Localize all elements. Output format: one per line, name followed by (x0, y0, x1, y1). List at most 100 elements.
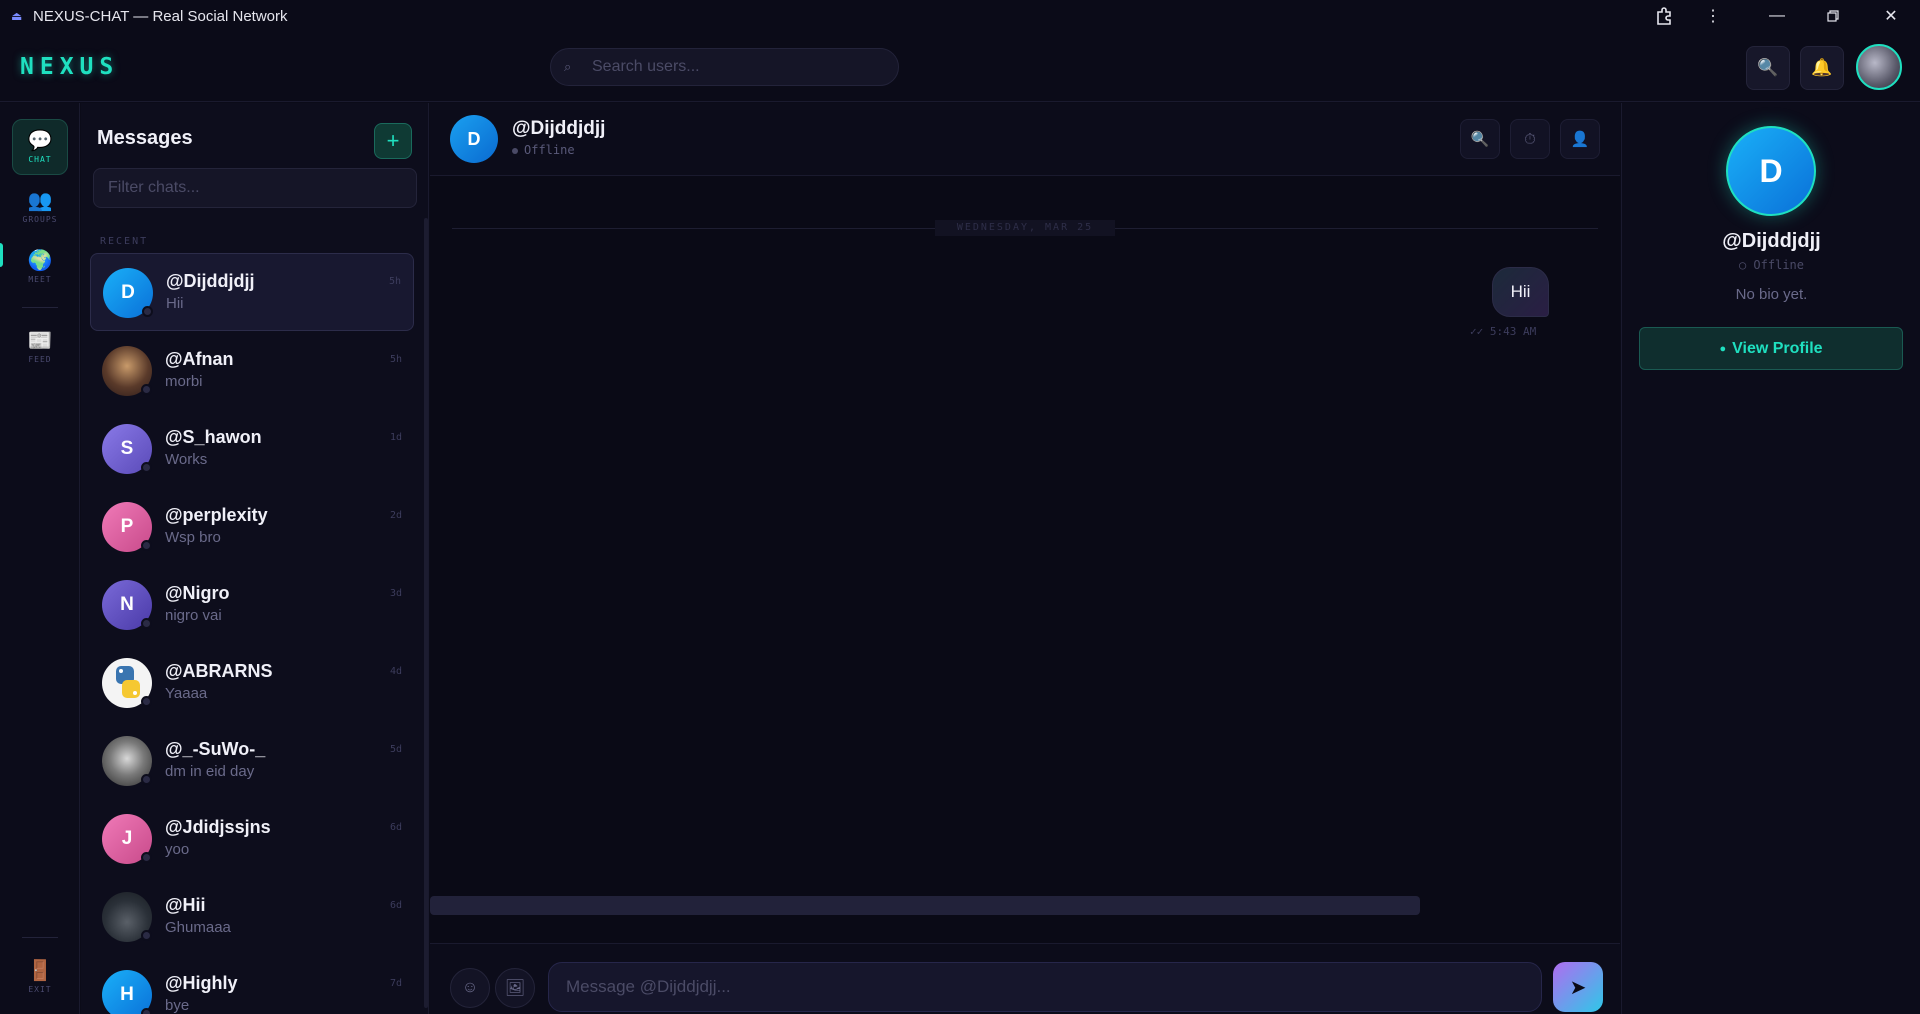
message-meta: ✓✓ 5:43 AM (1470, 325, 1537, 338)
nav-label: EXIT (28, 985, 52, 994)
chat-name: @Afnan (165, 349, 234, 369)
left-nav-rail: 💬 CHAT 👥 GROUPS 🌍 MEET 📰 FEED 🚪 EXIT (0, 103, 80, 1014)
presence-dot (141, 930, 152, 941)
search-icon: 🔍 (1470, 131, 1490, 148)
chat-time: 1d (389, 432, 402, 443)
chat-item[interactable]: J @Jdidjssjns yoo 6d (90, 800, 414, 878)
chat-item[interactable]: @Afnan morbi 5h (90, 332, 414, 410)
active-indicator (0, 243, 3, 267)
chat-preview: bye (165, 997, 190, 1014)
message-input[interactable] (548, 962, 1542, 1012)
search-button[interactable]: 🔍 (1746, 46, 1790, 90)
chat-item[interactable]: @ABRARNS Yaaaa 4d (90, 644, 414, 722)
user-search[interactable]: ⌕ (550, 48, 899, 86)
user-icon: 👤 (1570, 131, 1590, 148)
minimize-button[interactable]: — (1754, 0, 1800, 32)
profile-avatar: D (1726, 126, 1816, 216)
button-label: View Profile (1732, 339, 1823, 357)
section-label: RECENT (100, 236, 149, 247)
nav-label: CHAT (28, 155, 52, 164)
nav-label: FEED (28, 355, 52, 364)
presence-dot (142, 306, 153, 317)
chat-name: @ABRARNS (165, 661, 273, 681)
extensions-icon[interactable] (1641, 0, 1687, 32)
message-bubble[interactable]: Hii (1492, 267, 1549, 317)
nav-feed[interactable]: 📰 FEED (12, 319, 68, 375)
horizontal-scrollbar[interactable] (430, 896, 1420, 915)
chat-time: 5h (388, 276, 401, 287)
chat-time: 3d (389, 588, 402, 599)
window-titlebar: ⏏ NEXUS-CHAT — Real Social Network ⋮ — ✕ (0, 0, 1920, 32)
nav-groups[interactable]: 👥 GROUPS (12, 179, 68, 235)
new-chat-button[interactable]: + (374, 123, 412, 159)
presence-dot (141, 540, 152, 551)
presence-dot (141, 852, 152, 863)
conversation-avatar[interactable]: D (450, 115, 498, 163)
chat-item[interactable]: S @S_hawon Works 1d (90, 410, 414, 488)
conversation-name: @Dijddjdjj (512, 118, 606, 139)
top-header: NEXUS ⌕ 🔍 🔔 (0, 32, 1920, 102)
chat-name: @_-SuWo-_ (165, 739, 266, 759)
divider (22, 937, 58, 938)
notifications-button[interactable]: 🔔 (1800, 46, 1844, 90)
presence-dot (141, 696, 152, 707)
divider (22, 307, 58, 308)
send-button[interactable]: ➤ (1553, 962, 1603, 1012)
user-avatar[interactable] (1856, 44, 1902, 90)
profile-name: @Dijddjdjj (1722, 230, 1821, 252)
presence-dot (141, 384, 152, 395)
presence-dot (141, 462, 152, 473)
chat-item[interactable]: P @perplexity Wsp bro 2d (90, 488, 414, 566)
close-button[interactable]: ✕ (1868, 0, 1914, 32)
speech-bubble-icon: 💬 (27, 130, 53, 152)
timer-icon: ⏱ (1524, 130, 1536, 148)
presence-dot (141, 774, 152, 785)
eye-icon: ● (1719, 342, 1727, 355)
search-input[interactable] (592, 58, 882, 76)
view-profile-button[interactable]: ● View Profile (1639, 327, 1903, 370)
chat-item[interactable]: H @Highly bye 7d (90, 956, 414, 1014)
chat-time: 5h (389, 354, 402, 365)
scrollbar[interactable] (424, 218, 428, 1008)
more-options-icon[interactable]: ⋮ (1690, 0, 1736, 32)
timer-button[interactable]: ⏱ (1510, 119, 1550, 159)
attach-image-button[interactable]: 🖼 (495, 968, 535, 1008)
door-icon: 🚪 (27, 960, 53, 982)
chat-name: @Highly (165, 973, 238, 993)
chat-time: 4d (389, 666, 402, 677)
nav-exit[interactable]: 🚪 EXIT (12, 949, 68, 1005)
chat-item[interactable]: @Hii Ghumaaa 6d (90, 878, 414, 956)
nav-chat[interactable]: 💬 CHAT (12, 119, 68, 175)
chat-time: 2d (389, 510, 402, 521)
panel-title: Messages (97, 127, 193, 149)
search-messages-button[interactable]: 🔍 (1460, 119, 1500, 159)
window-title: NEXUS-CHAT — Real Social Network (33, 7, 288, 25)
restore-button[interactable] (1810, 0, 1856, 32)
chat-name: @Dijddjdjj (166, 271, 255, 291)
chat-name: @Nigro (165, 583, 230, 603)
chat-list-panel: Messages + RECENT D @Dijddjdjj Hii 5h @A… (81, 103, 429, 1014)
filter-chats-input[interactable] (93, 168, 417, 208)
status-text: Offline (524, 143, 575, 157)
presence-dot (141, 618, 152, 629)
chat-item[interactable]: D @Dijddjdjj Hii 5h (90, 253, 414, 331)
chat-name: @Hii (165, 895, 206, 915)
date-label: WEDNESDAY, MAR 25 (935, 220, 1115, 236)
chat-preview: Works (165, 451, 208, 468)
chat-item[interactable]: N @Nigro nigro vai 3d (90, 566, 414, 644)
profile-toggle-button[interactable]: 👤 (1560, 119, 1600, 159)
chat-name: @Jdidjssjns (165, 817, 271, 837)
presence-dot (141, 1008, 152, 1014)
chat-preview: Wsp bro (165, 529, 221, 546)
app-logo: NEXUS (20, 54, 120, 80)
conversation-status: Offline (512, 143, 575, 157)
chat-preview: Ghumaaa (165, 919, 231, 936)
chat-preview: dm in eid day (165, 763, 255, 780)
conversation-header: D @Dijddjdjj Offline 🔍 ⏱ 👤 (430, 103, 1620, 176)
bell-icon: 🔔 (1811, 58, 1833, 77)
smiley-icon: ☺ (461, 979, 479, 996)
emoji-button[interactable]: ☺ (450, 968, 490, 1008)
chat-item[interactable]: @_-SuWo-_ dm in eid day 5d (90, 722, 414, 800)
nav-meet[interactable]: 🌍 MEET (12, 239, 68, 295)
status-dot (512, 147, 518, 154)
